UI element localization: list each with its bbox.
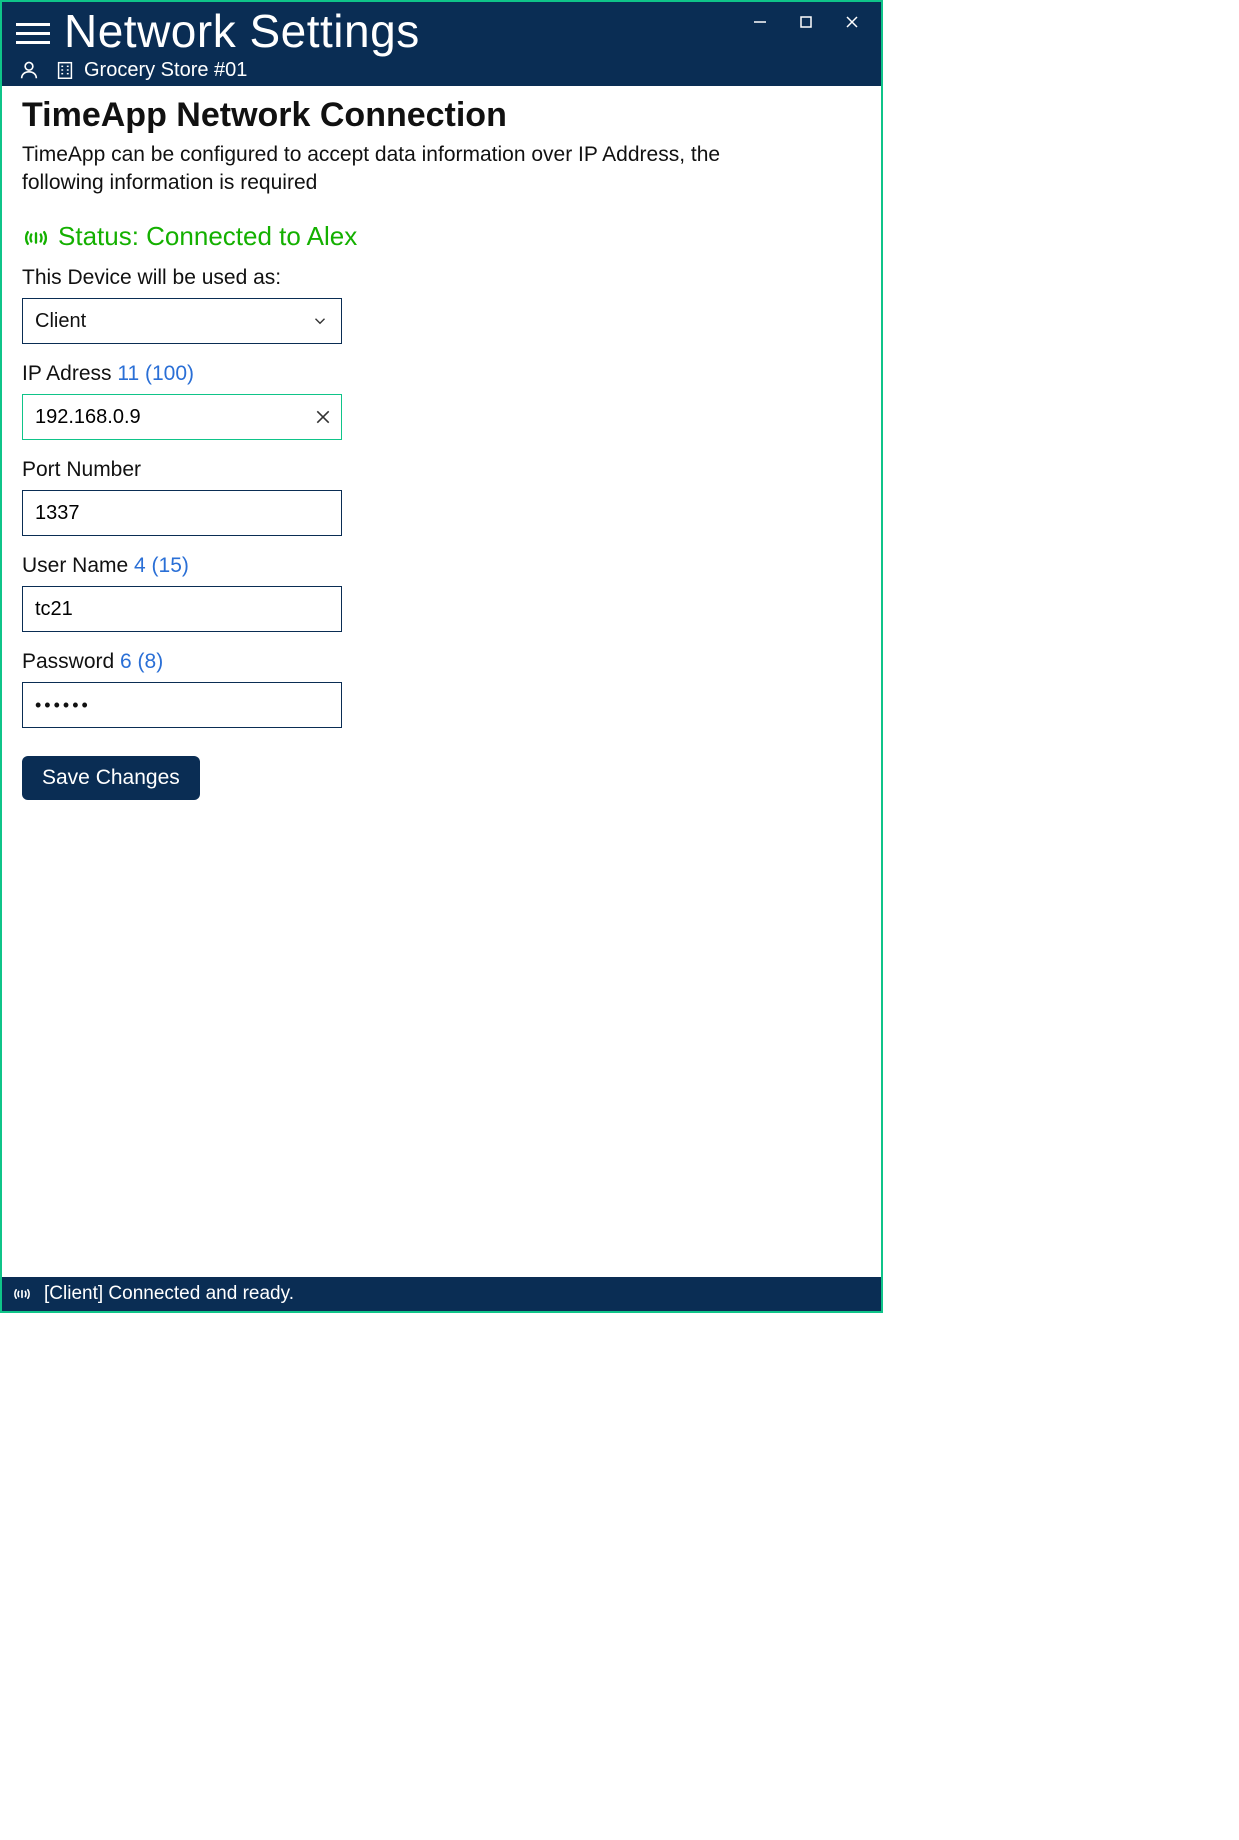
ip-counter: 11 (100) bbox=[117, 362, 194, 385]
minimize-button[interactable] bbox=[737, 8, 783, 36]
window-controls bbox=[737, 8, 875, 36]
signal-icon bbox=[12, 1284, 32, 1304]
device-label: This Device will be used as: bbox=[22, 266, 861, 290]
username-input-wrapper bbox=[22, 586, 342, 632]
password-label-row: Password 6 (8) bbox=[22, 650, 861, 674]
port-input-wrapper bbox=[22, 490, 342, 536]
building-icon bbox=[54, 59, 76, 81]
status-text: Status: Connected to Alex bbox=[58, 221, 357, 252]
chevron-down-icon bbox=[311, 312, 329, 330]
password-masked: •••••• bbox=[35, 695, 91, 716]
page-description: TimeApp can be configured to accept data… bbox=[22, 141, 762, 198]
hamburger-menu-button[interactable] bbox=[16, 16, 50, 50]
save-changes-button[interactable]: Save Changes bbox=[22, 756, 200, 800]
clear-input-icon[interactable] bbox=[315, 409, 331, 425]
ip-address-input[interactable] bbox=[35, 395, 329, 439]
close-button[interactable] bbox=[829, 8, 875, 36]
connection-status: Status: Connected to Alex bbox=[22, 221, 861, 252]
signal-icon bbox=[22, 224, 48, 250]
ip-address-input-wrapper bbox=[22, 394, 342, 440]
app-window: Network Settings Grocery Stor bbox=[0, 0, 883, 1313]
ip-label-row: IP Adress 11 (100) bbox=[22, 362, 861, 386]
status-bar: [Client] Connected and ready. bbox=[2, 1277, 881, 1311]
statusbar-text: [Client] Connected and ready. bbox=[44, 1283, 294, 1305]
username-input[interactable] bbox=[35, 587, 329, 631]
page-heading: TimeApp Network Connection bbox=[22, 96, 861, 135]
location-selector[interactable]: Grocery Store #01 bbox=[54, 59, 247, 82]
location-label: Grocery Store #01 bbox=[84, 59, 247, 82]
page-content: TimeApp Network Connection TimeApp can b… bbox=[2, 86, 881, 1277]
app-title: Network Settings bbox=[64, 6, 420, 57]
user-label-row: User Name 4 (15) bbox=[22, 554, 861, 578]
user-counter: 4 (15) bbox=[134, 554, 189, 577]
device-role-select[interactable]: Client bbox=[22, 298, 342, 344]
maximize-button[interactable] bbox=[783, 8, 829, 36]
port-label: Port Number bbox=[22, 458, 861, 482]
password-label: Password bbox=[22, 650, 114, 673]
device-role-value: Client bbox=[35, 310, 86, 333]
ip-label: IP Adress bbox=[22, 362, 112, 385]
port-input[interactable] bbox=[35, 491, 329, 535]
user-icon[interactable] bbox=[18, 59, 40, 81]
password-counter: 6 (8) bbox=[120, 650, 163, 673]
password-input-wrapper[interactable]: •••••• bbox=[22, 682, 342, 728]
user-label: User Name bbox=[22, 554, 128, 577]
